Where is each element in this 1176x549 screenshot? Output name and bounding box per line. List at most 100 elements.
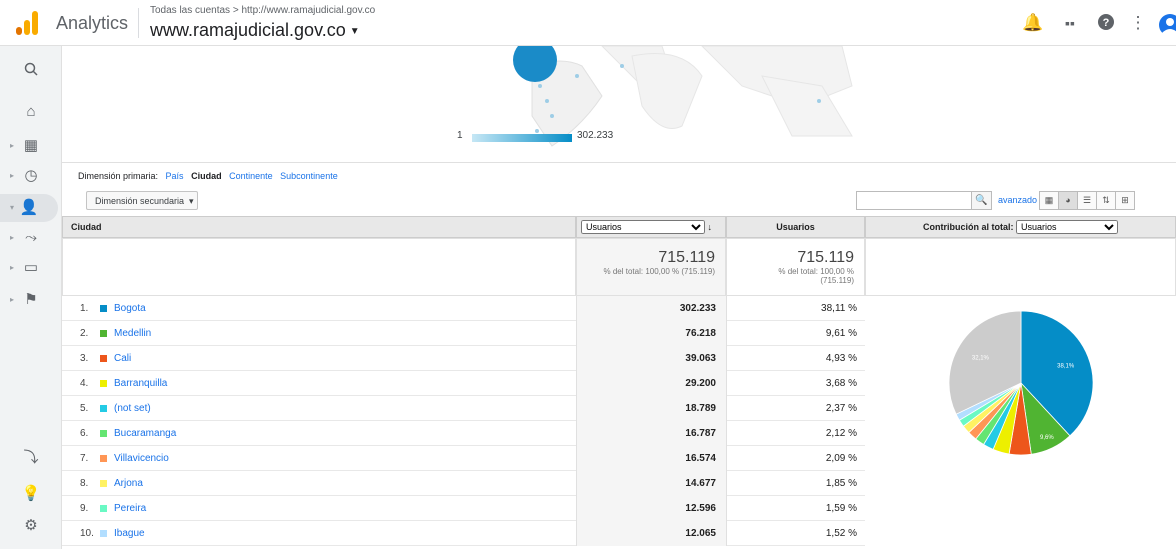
total-users-cell: 715.119 % del total: 100,00 % (715.119) [576,238,726,296]
row-number: 6. [80,428,89,439]
city-link[interactable]: Arjona [114,471,143,496]
users-value: 18.789 [576,396,726,421]
conversions-icon[interactable]: ▸ ⚑ [0,286,62,314]
series-color-swatch [100,480,107,487]
more-icon[interactable]: ⋮ [1128,13,1148,33]
behavior-icon[interactable]: ▸ ▭ [0,254,62,282]
app-name: Analytics [56,13,129,33]
contribution-metric-select[interactable]: Usuarios [1016,220,1118,234]
series-color-swatch [100,405,107,412]
city-link[interactable]: Cali [114,346,131,371]
performance-view-icon[interactable]: ☰ [1077,191,1097,210]
city-link[interactable]: Bogota [114,296,146,321]
table-row: 4. Barranquilla 29.200 3,68 % [62,371,865,396]
series-color-swatch [100,505,107,512]
table-row: 1. Bogota 302.233 38,11 % [62,296,865,321]
divider [138,8,139,38]
home-icon[interactable]: ⌂ [0,98,62,126]
attribution-icon[interactable]: ⤵ [0,444,62,472]
col-usuarios-label: Usuarios [776,222,815,232]
pie-view-icon[interactable]: ◕ [1058,191,1078,210]
dimension-subcontinente[interactable]: Subcontinente [280,171,338,181]
breadcrumb[interactable]: Todas las cuentas > http://www.ramajudic… [150,5,375,16]
table-row: 7. Villavicencio 16.574 2,09 % [62,446,865,471]
realtime-icon[interactable]: ▸ ◷ [0,162,62,190]
col-header-ciudad[interactable]: Ciudad [62,216,576,238]
primary-dimension-label: Dimensión primaria: [78,171,159,181]
geo-map[interactable]: 1 302.233 [62,46,1176,158]
users-value: 14.677 [576,471,726,496]
help-icon[interactable]: ? [1096,13,1116,33]
dimension-ciudad[interactable]: Ciudad [191,171,222,181]
admin-icon[interactable]: ⚙ [0,512,62,540]
row-number: 8. [80,478,89,489]
account-icon[interactable] [1158,13,1176,33]
series-color-swatch [100,355,107,362]
total-users-pct-2b: (715.119) [820,276,854,285]
pivot-view-icon[interactable]: ⊞ [1115,191,1135,210]
contribution-pie-chart[interactable]: 38,1% 9,6% 32,1% [946,308,1096,458]
users-pct: 38,11 % [726,296,865,321]
series-color-swatch [100,530,107,537]
svg-text:?: ? [1103,17,1110,29]
apps-icon[interactable]: ▪▪ [1060,13,1080,33]
customization-icon[interactable]: ▸ ▦ [0,132,62,160]
table-search-input[interactable] [856,191,972,210]
advanced-filter-link[interactable]: avanzado [998,195,1037,205]
acquisition-icon[interactable]: ▸ ⤳ [0,224,62,252]
world-map [513,46,853,147]
search-icon[interactable] [0,58,62,86]
table-row: 5. (not set) 18.789 2,37 % [62,396,865,421]
users-pct: 4,93 % [726,346,865,371]
comparison-view-icon[interactable]: ⇅ [1096,191,1116,210]
city-link[interactable]: Villavicencio [114,446,169,471]
primary-dimension-bar: Dimensión primaria: País Ciudad Continen… [62,162,1176,188]
city-link[interactable]: Bucaramanga [114,421,176,446]
city-link[interactable]: Barranquilla [114,371,167,396]
series-color-swatch [100,330,107,337]
users-value: 29.200 [576,371,726,396]
users-value: 12.065 [576,521,726,546]
metric-select[interactable]: Usuarios [581,220,705,234]
total-users-cell-2: 715.119 % del total: 100,00 % (715.119) [726,238,865,296]
users-value: 12.596 [576,496,726,521]
audience-icon[interactable]: ▾ 👤 [0,194,58,222]
dimension-continente[interactable]: Continente [229,171,273,181]
col-header-usuarios-sort[interactable]: Usuarios ↓ [576,216,726,238]
map-legend-bar [472,134,572,142]
pie-slice-label: 32,1% [972,355,990,361]
city-link[interactable]: Ibague [114,521,145,546]
col-ciudad-label: Ciudad [71,222,102,232]
series-color-swatch [100,455,107,462]
total-users-value-2: 715.119 [797,249,854,266]
row-number: 7. [80,453,89,464]
secondary-dimension-dropdown[interactable]: Dimensión secundaria ▾ [86,191,198,210]
view-switcher: ▦ ◕ ☰ ⇅ ⊞ [1039,191,1135,210]
map-legend-min: 1 [457,130,463,141]
city-link[interactable]: Medellin [114,321,151,346]
secondary-dimension-label: Dimensión secundaria [95,196,185,206]
users-pct: 2,37 % [726,396,865,421]
bell-icon[interactable]: 🔔 [1022,13,1043,33]
row-number: 9. [80,503,89,514]
dimension-pais[interactable]: País [166,171,184,181]
pie-slice-label: 9,6% [1040,435,1054,441]
sort-desc-icon[interactable]: ↓ [708,222,713,232]
search-button[interactable]: 🔍 [972,191,992,210]
discover-icon[interactable]: 💡 [0,480,62,508]
table-row: 9. Pereira 12.596 1,59 % [62,496,865,521]
table-view-icon[interactable]: ▦ [1039,191,1059,210]
table-row: 2. Medellin 76.218 9,61 % [62,321,865,346]
users-value: 302.233 [576,296,726,321]
users-value: 16.574 [576,446,726,471]
analytics-logo-icon[interactable] [16,11,38,35]
city-link[interactable]: (not set) [114,396,151,421]
total-users-pct: % del total: 100,00 % (715.119) [603,267,715,276]
city-link[interactable]: Pereira [114,496,146,521]
row-number: 3. [80,353,89,364]
contribution-total-cell [865,238,1176,296]
users-pct: 3,68 % [726,371,865,396]
property-selector[interactable]: www.ramajudicial.gov.co ▼ [150,20,360,41]
table-row: 8. Arjona 14.677 1,85 % [62,471,865,496]
row-number: 2. [80,328,89,339]
